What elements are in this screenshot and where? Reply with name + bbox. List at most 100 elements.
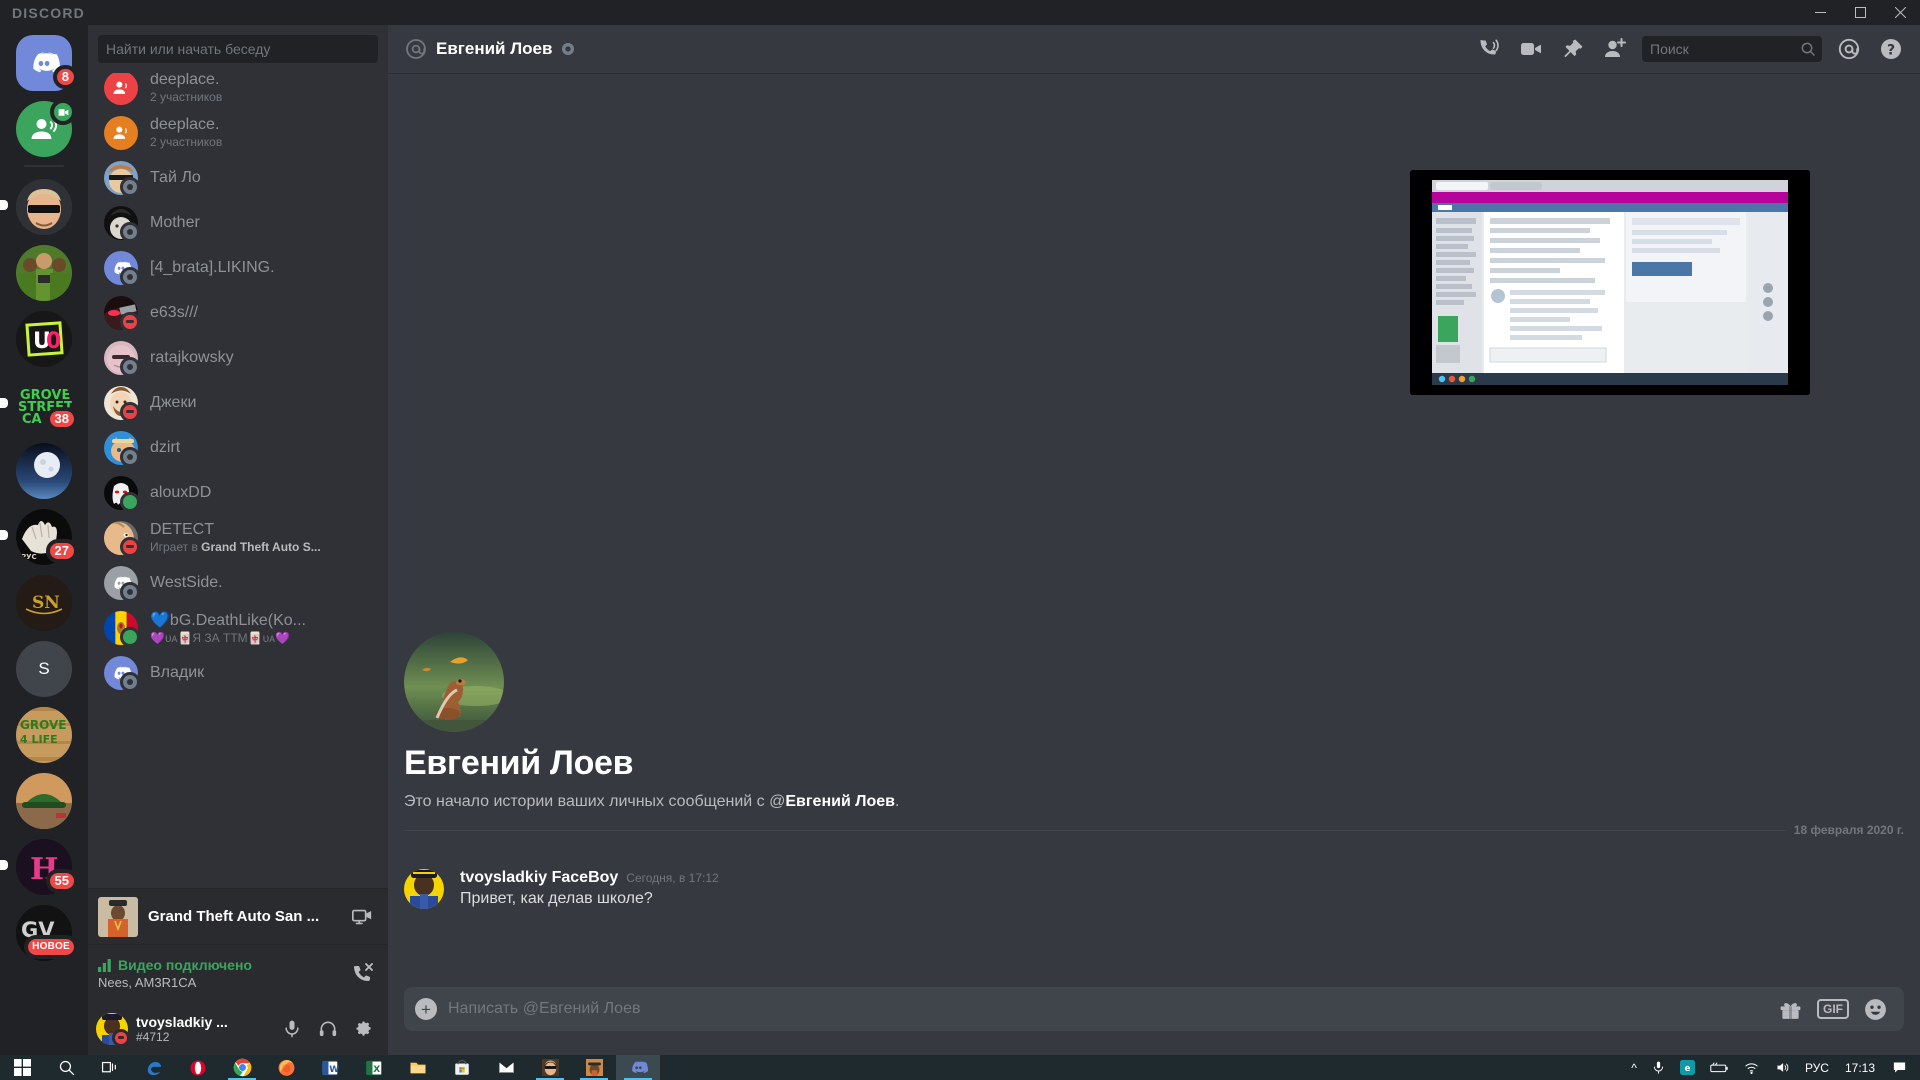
search-input[interactable]: Найти или начать беседу xyxy=(98,35,378,63)
task-view-button[interactable] xyxy=(88,1055,132,1080)
inbox-at-icon[interactable] xyxy=(1830,30,1868,68)
minimize-button[interactable] xyxy=(1800,0,1840,25)
language-indicator[interactable]: РУС xyxy=(1799,1055,1835,1080)
list-item-text: e63s/// xyxy=(150,304,372,322)
edge-button[interactable] xyxy=(132,1055,176,1080)
maximize-button[interactable] xyxy=(1840,0,1880,25)
guild-green-cap[interactable] xyxy=(0,771,88,829)
photo1-button[interactable] xyxy=(528,1055,572,1080)
battery-icon[interactable] xyxy=(1703,1055,1735,1080)
screenshot-attachment[interactable] xyxy=(1410,170,1810,395)
list-item[interactable]: ratajkowsky xyxy=(96,335,380,380)
voice-status-label: Видео подключено xyxy=(118,957,252,973)
guild-green-crew[interactable] xyxy=(0,243,88,301)
dm-list[interactable]: deeplace. 2 участников deeplace. 2 участ… xyxy=(88,73,388,888)
game-title: Grand Theft Auto San ... xyxy=(148,908,320,925)
date-divider: 18 февраля 2020 г. xyxy=(404,823,1904,837)
guild-pink-h[interactable]: H 55 xyxy=(0,837,88,895)
chrome-button[interactable] xyxy=(220,1055,264,1080)
list-item[interactable]: WestSide. xyxy=(96,560,380,605)
list-item[interactable]: deeplace. 2 участников xyxy=(96,73,380,110)
opera-button[interactable] xyxy=(176,1055,220,1080)
guild-hand[interactable]: РУС 27 xyxy=(0,507,88,565)
list-item[interactable]: alouxDD xyxy=(96,470,380,515)
list-item[interactable]: Mother xyxy=(96,200,380,245)
headset-icon[interactable] xyxy=(312,1013,344,1045)
voice-info: Видео подключено Nees, AM3R1CA xyxy=(98,957,346,990)
pinned-messages-icon[interactable] xyxy=(1554,30,1592,68)
list-item[interactable]: deeplace. 2 участников xyxy=(96,110,380,155)
photo2-button[interactable] xyxy=(572,1055,616,1080)
avatar[interactable] xyxy=(96,1012,130,1047)
attach-button[interactable]: + xyxy=(404,998,448,1020)
chat-area: Евгений Лоев Поиск ? Евгений Лоев Это на… xyxy=(388,25,1920,1055)
guild-gv[interactable]: GV НОВОЕ xyxy=(0,903,88,961)
start-call-icon[interactable] xyxy=(1470,30,1508,68)
guild-avatar xyxy=(16,773,72,829)
wifi-icon[interactable] xyxy=(1737,1055,1766,1080)
mail-button[interactable] xyxy=(484,1055,528,1080)
list-item[interactable]: dzirt xyxy=(96,425,380,470)
guild-uo[interactable]: U 0 xyxy=(0,309,88,367)
microphone-icon[interactable] xyxy=(1645,1055,1672,1080)
list-item[interactable]: Владик xyxy=(96,650,380,695)
search-input[interactable]: Поиск xyxy=(1642,36,1822,62)
message-avatar[interactable] xyxy=(404,869,444,909)
avatar xyxy=(104,565,140,602)
message-content: tvoysladkiy FaceBoy Сегодня, в 17:12 При… xyxy=(460,869,719,909)
close-button[interactable] xyxy=(1880,0,1920,25)
message-author[interactable]: tvoysladkiy FaceBoy xyxy=(460,869,618,887)
guild-grove-street[interactable]: GROVE STREET CA 38 xyxy=(0,375,88,433)
guild-sunglasses-boy[interactable] xyxy=(0,177,88,235)
list-item[interactable]: DETECT Играет в Grand Theft Auto S... xyxy=(96,515,380,560)
list-item[interactable]: 💙bG.DeathLike(Ko... 💜ᴜᴀ🀄Я ЗА ТТМ🀄ᴜᴀ💜 xyxy=(96,605,380,650)
video-call-icon[interactable] xyxy=(1512,30,1550,68)
microphone-icon[interactable] xyxy=(276,1013,308,1045)
emoji-icon[interactable] xyxy=(1863,997,1888,1022)
guild-grove-graffiti[interactable]: GROVE 4 LIFE xyxy=(0,705,88,763)
add-friend-icon[interactable] xyxy=(1596,30,1634,68)
guild-sn[interactable]: SN xyxy=(0,573,88,631)
message-input[interactable] xyxy=(448,1000,1778,1018)
intro-desc-suffix: . xyxy=(894,793,900,810)
edge-icon[interactable]: e xyxy=(1674,1055,1701,1080)
firefox-button[interactable] xyxy=(264,1055,308,1080)
store-button[interactable] xyxy=(440,1055,484,1080)
list-item-text: alouxDD xyxy=(150,484,372,502)
gift-icon[interactable] xyxy=(1778,997,1803,1022)
clock[interactable]: 17:13 xyxy=(1837,1061,1883,1075)
search-button[interactable] xyxy=(44,1055,88,1080)
gif-button[interactable]: GIF xyxy=(1817,999,1849,1019)
phone-hangup-icon[interactable] xyxy=(346,958,378,990)
guild-friends-voice[interactable] xyxy=(0,99,88,157)
guild-unread-pill xyxy=(0,200,8,210)
show-hidden-icons-button[interactable]: ^ xyxy=(1625,1055,1643,1080)
volume-icon[interactable] xyxy=(1768,1055,1797,1080)
screen-share-icon[interactable] xyxy=(346,901,378,933)
list-item[interactable]: Тай Ло xyxy=(96,155,380,200)
game-activity-panel[interactable]: Grand Theft Auto San ... xyxy=(88,888,388,944)
list-item[interactable]: [4_brata].LIKING. xyxy=(96,245,380,290)
guilds-rail[interactable]: 8 U 0 GROVE STREET CA 38 РУС 27 SN S GRO… xyxy=(0,25,88,1055)
discord-button[interactable] xyxy=(616,1055,660,1080)
voice-status: Видео подключено xyxy=(98,957,346,973)
group-dm-icon xyxy=(104,73,138,105)
excel-button[interactable]: X xyxy=(352,1055,396,1080)
list-item[interactable]: e63s/// xyxy=(96,290,380,335)
word-button[interactable]: W xyxy=(308,1055,352,1080)
list-item-text: [4_brata].LIKING. xyxy=(150,259,372,277)
dm-intro-avatar[interactable] xyxy=(404,632,504,732)
message-list[interactable]: Евгений Лоев Это начало истории ваших ли… xyxy=(388,73,1920,987)
action-center-icon[interactable] xyxy=(1885,1055,1914,1080)
explorer-button[interactable] xyxy=(396,1055,440,1080)
guild-moon[interactable] xyxy=(0,441,88,499)
start-button[interactable] xyxy=(0,1055,44,1080)
guild-s[interactable]: S xyxy=(0,639,88,697)
help-icon[interactable]: ? xyxy=(1872,30,1910,68)
gear-icon[interactable] xyxy=(348,1013,380,1045)
current-username: tvoysladkiy ... xyxy=(136,1013,228,1030)
status-indicator xyxy=(120,491,140,512)
guild-home[interactable]: 8 xyxy=(0,33,88,91)
discord-wordmark: DISCORD xyxy=(12,4,85,21)
list-item[interactable]: Джеки xyxy=(96,380,380,425)
